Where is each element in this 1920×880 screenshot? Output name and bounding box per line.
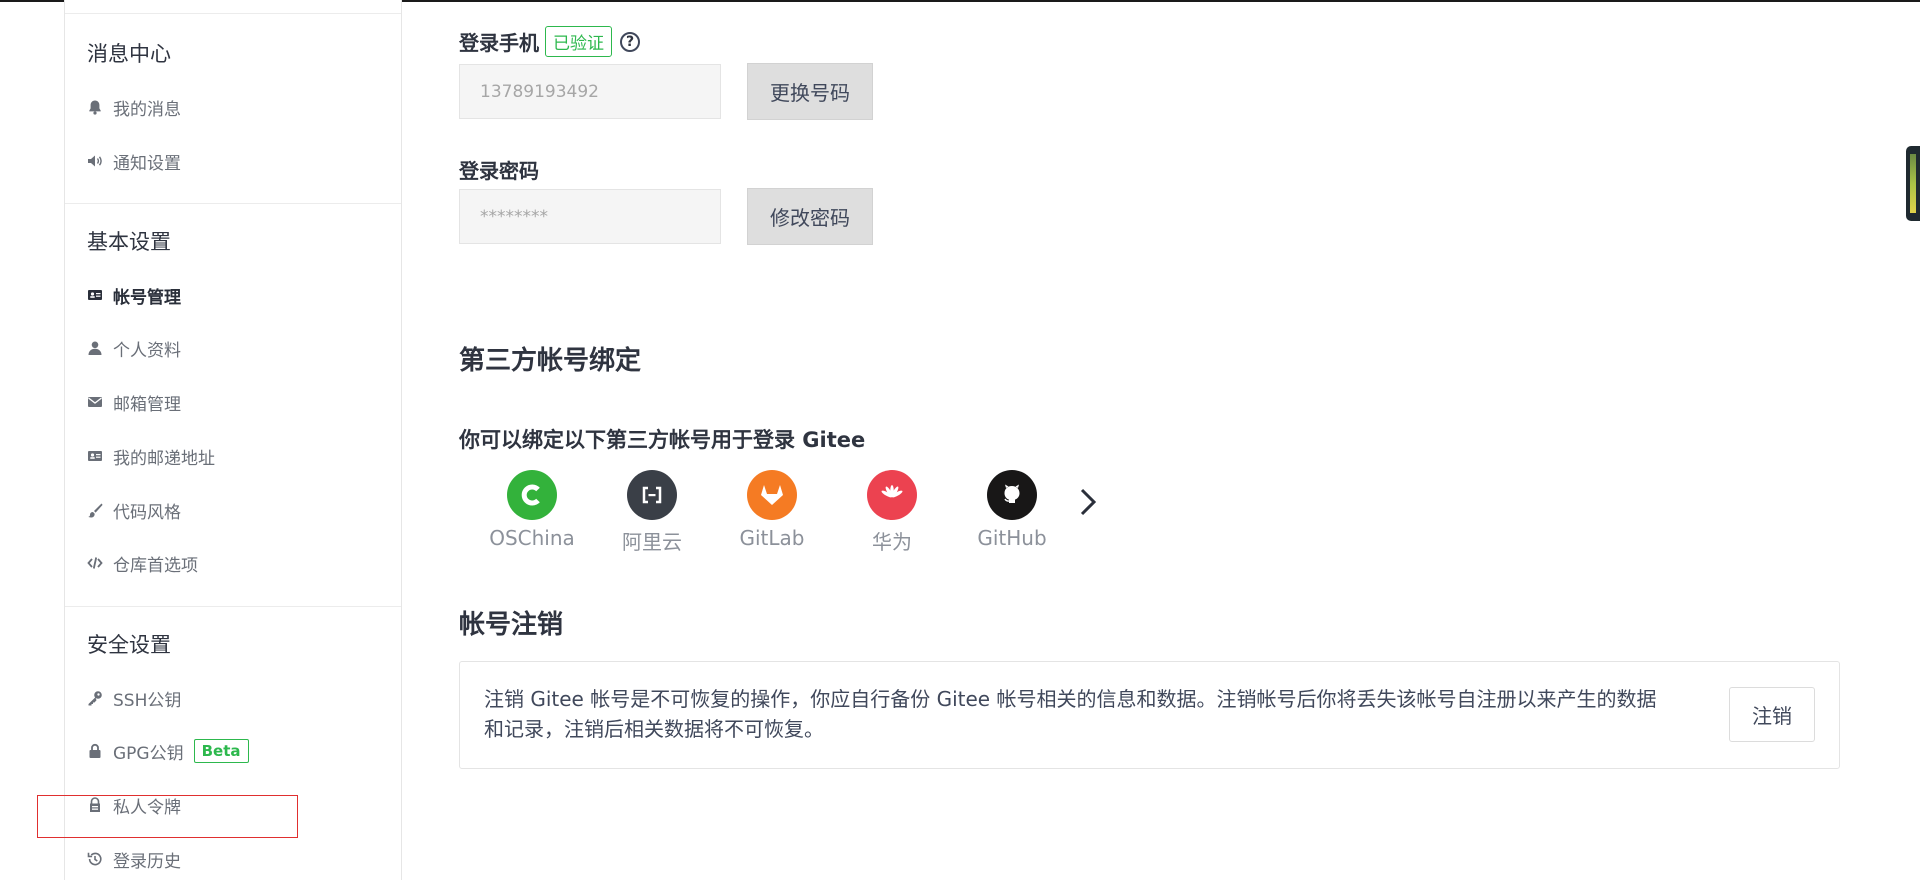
phone-label: 登录手机 bbox=[459, 31, 539, 55]
verified-badge: 已验证 bbox=[545, 26, 612, 57]
sidebar-item-label: 仓库首选项 bbox=[113, 555, 198, 576]
sidebar-item-code-style[interactable]: 代码风格 bbox=[85, 495, 181, 525]
settings-sidebar: 消息中心 我的消息 通知设置 基本设置 帐号管理 个人资料 邮箱管理 我的邮递地… bbox=[64, 0, 402, 880]
provider-label: GitHub bbox=[977, 526, 1047, 550]
envelope-icon bbox=[85, 392, 105, 412]
sidebar-item-notification-settings[interactable]: 通知设置 bbox=[85, 146, 181, 176]
provider-label: GitLab bbox=[739, 526, 805, 550]
provider-oschina[interactable]: OSChina bbox=[472, 470, 592, 555]
sidebar-item-label: 我的邮递地址 bbox=[113, 448, 215, 469]
provider-list: OSChina 阿里云 GitLab 华为 GitHub bbox=[472, 470, 1072, 555]
side-widget[interactable] bbox=[1906, 146, 1920, 221]
beta-badge: Beta bbox=[193, 739, 249, 763]
huawei-icon bbox=[867, 470, 917, 520]
sidebar-item-repo-preferences[interactable]: 仓库首选项 bbox=[85, 548, 198, 578]
change-phone-button[interactable]: 更换号码 bbox=[747, 63, 873, 120]
sidebar-item-my-messages[interactable]: 我的消息 bbox=[85, 92, 181, 122]
provider-label: OSChina bbox=[489, 526, 575, 550]
section-title-security: 安全设置 bbox=[87, 633, 171, 657]
phone-field[interactable]: 13789193492 bbox=[459, 64, 721, 119]
sidebar-item-label: 个人资料 bbox=[113, 340, 181, 361]
change-password-button[interactable]: 修改密码 bbox=[747, 188, 873, 245]
phone-label-row: 登录手机 已验证 ? bbox=[459, 26, 640, 57]
provider-huawei[interactable]: 华为 bbox=[832, 470, 952, 555]
sidebar-item-login-history[interactable]: 登录历史 bbox=[85, 844, 181, 874]
oschina-icon bbox=[507, 470, 557, 520]
sidebar-item-ssh-keys[interactable]: SSH公钥 bbox=[85, 683, 181, 713]
id-card-icon bbox=[85, 285, 105, 305]
aliyun-icon bbox=[627, 470, 677, 520]
deactivate-title: 帐号注销 bbox=[459, 610, 564, 640]
sidebar-item-label: 我的消息 bbox=[113, 99, 181, 120]
sidebar-item-profile[interactable]: 个人资料 bbox=[85, 333, 181, 363]
sidebar-item-label: 通知设置 bbox=[113, 153, 181, 174]
section-title-basic: 基本设置 bbox=[87, 230, 171, 254]
code-icon bbox=[85, 553, 105, 573]
deactivate-description: 注销 Gitee 帐号是不可恢复的操作，你应自行备份 Gitee 帐号相关的信息… bbox=[484, 687, 1657, 741]
highlight-box bbox=[37, 795, 298, 838]
sidebar-item-account-management[interactable]: 帐号管理 bbox=[85, 280, 181, 310]
third-party-subtitle: 你可以绑定以下第三方帐号用于登录 Gitee bbox=[459, 428, 866, 452]
github-icon bbox=[987, 470, 1037, 520]
user-icon bbox=[85, 338, 105, 358]
speaker-icon bbox=[85, 151, 105, 171]
sidebar-item-label: 登录历史 bbox=[113, 851, 181, 872]
sidebar-divider bbox=[65, 606, 401, 607]
address-card-icon bbox=[85, 446, 105, 466]
password-label: 登录密码 bbox=[459, 159, 539, 183]
chevron-right-icon[interactable] bbox=[1072, 482, 1102, 522]
help-icon[interactable]: ? bbox=[620, 31, 640, 52]
provider-aliyun[interactable]: 阿里云 bbox=[592, 470, 712, 555]
sidebar-item-gpg-keys[interactable]: GPG公钥 Beta bbox=[85, 736, 249, 766]
sidebar-item-label: 帐号管理 bbox=[113, 287, 181, 308]
sidebar-item-email-management[interactable]: 邮箱管理 bbox=[85, 387, 181, 417]
bell-icon bbox=[85, 97, 105, 117]
sidebar-item-label: GPG公钥 bbox=[113, 743, 184, 764]
lock-icon bbox=[85, 741, 105, 761]
deactivate-card: 注销 Gitee 帐号是不可恢复的操作，你应自行备份 Gitee 帐号相关的信息… bbox=[459, 661, 1840, 769]
history-icon bbox=[85, 849, 105, 869]
sidebar-divider bbox=[65, 203, 401, 204]
sidebar-divider bbox=[65, 13, 401, 14]
sidebar-item-label: 邮箱管理 bbox=[113, 394, 181, 415]
provider-github[interactable]: GitHub bbox=[952, 470, 1072, 555]
widget-bar bbox=[1910, 154, 1916, 213]
brush-icon bbox=[85, 500, 105, 520]
sidebar-item-mailing-address[interactable]: 我的邮递地址 bbox=[85, 441, 215, 471]
password-field[interactable]: ******** bbox=[459, 189, 721, 244]
provider-label: 阿里云 bbox=[622, 530, 682, 554]
provider-label: 华为 bbox=[872, 530, 912, 554]
sidebar-item-label: SSH公钥 bbox=[113, 690, 182, 711]
gitlab-icon bbox=[747, 470, 797, 520]
section-title-messages: 消息中心 bbox=[87, 42, 171, 66]
sidebar-item-label: 代码风格 bbox=[113, 502, 181, 523]
key-icon bbox=[85, 688, 105, 708]
deactivate-button[interactable]: 注销 bbox=[1729, 687, 1815, 742]
provider-gitlab[interactable]: GitLab bbox=[712, 470, 832, 555]
third-party-title: 第三方帐号绑定 bbox=[459, 346, 642, 376]
